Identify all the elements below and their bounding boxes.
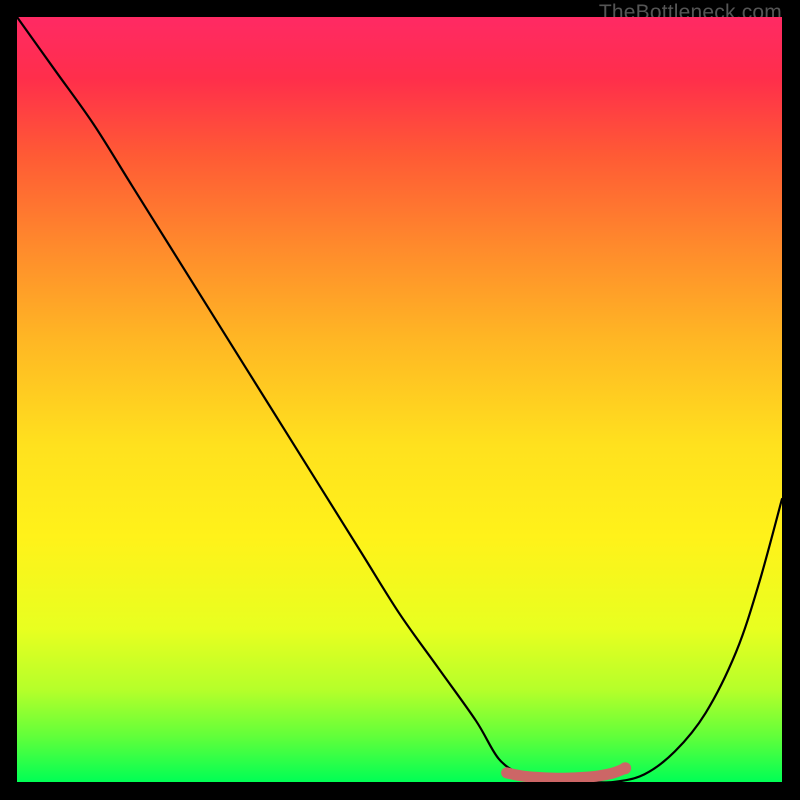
chart-stage: TheBottleneck.com <box>0 0 800 800</box>
plot-area <box>17 17 782 782</box>
valley-marker-end-dot <box>619 762 631 774</box>
valley-marker-path <box>507 768 626 778</box>
bottleneck-curve-path <box>17 17 782 782</box>
curve-svg <box>17 17 782 782</box>
